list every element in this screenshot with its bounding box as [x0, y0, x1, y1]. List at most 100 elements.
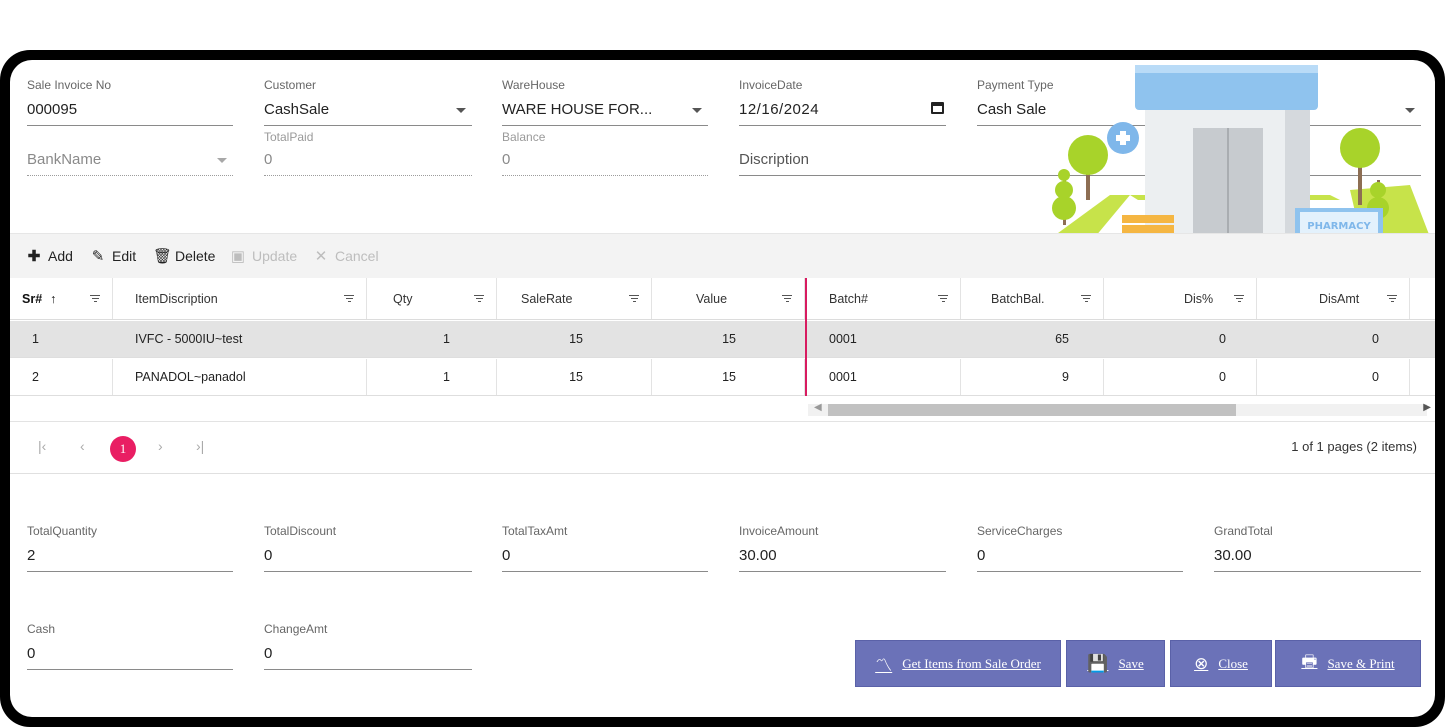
edit-button[interactable]: ✎ Edit: [90, 247, 136, 265]
cell-dis-percent: 0: [1104, 321, 1257, 357]
prev-page-icon[interactable]: ‹: [80, 438, 85, 454]
column-header-disamt[interactable]: DisAmt: [1257, 278, 1410, 319]
scroll-left-arrow-icon[interactable]: ◀: [814, 402, 822, 413]
total-paid-field: TotalPaid 0: [264, 130, 472, 176]
change-amt-field[interactable]: ChangeAmt 0: [264, 622, 472, 670]
warehouse-label: WareHouse: [502, 78, 565, 92]
column-header-item[interactable]: ItemDiscription: [113, 278, 367, 319]
close-button[interactable]: ⊗ Close: [1170, 640, 1272, 687]
first-page-icon[interactable]: |‹: [38, 438, 46, 454]
horizontal-scrollbar[interactable]: ◀ ▶: [10, 396, 1435, 422]
close-circle-icon: ⊗: [1194, 653, 1209, 674]
total-tax-amt-field[interactable]: TotalTaxAmt 0: [502, 524, 708, 572]
cell-disamt: 0: [1257, 321, 1410, 357]
column-header-dis-percent[interactable]: Dis%: [1104, 278, 1257, 319]
customer-select[interactable]: Customer CashSale: [264, 78, 472, 126]
total-quantity-field[interactable]: TotalQuantity 2: [27, 524, 233, 572]
scrollbar-thumb[interactable]: [828, 404, 1236, 416]
close-icon: ✕: [314, 248, 328, 265]
chevron-down-icon: [692, 108, 702, 113]
warehouse-value: WARE HOUSE FOR...: [502, 101, 653, 118]
cell-dis-percent: 0: [1104, 359, 1257, 395]
edit-label: Edit: [112, 248, 137, 264]
table-row[interactable]: 2 PANADOL~panadol 1 15 15 0001 9 0 0: [10, 359, 1435, 396]
cancel-button[interactable]: ✕ Cancel: [313, 247, 379, 265]
total-quantity-label: TotalQuantity: [27, 524, 98, 538]
get-items-from-sale-order-button[interactable]: 〽 Get Items from Sale Order: [855, 640, 1061, 687]
invoice-no-value: 000095: [27, 101, 78, 118]
bank-name-select[interactable]: BankName: [27, 144, 233, 176]
service-charges-label: ServiceCharges: [977, 524, 1063, 538]
save-button[interactable]: 💾 Save: [1066, 640, 1165, 687]
filter-icon[interactable]: [1081, 295, 1091, 304]
save-label: Save: [1118, 655, 1144, 671]
cell-salerate: 15: [497, 321, 652, 357]
invoice-date-field[interactable]: InvoiceDate 12/16/2024: [739, 78, 946, 126]
last-page-icon[interactable]: ›|: [196, 438, 204, 454]
plus-icon: ✚: [27, 248, 41, 265]
update-button[interactable]: ▣ Update: [230, 247, 297, 265]
total-discount-label: TotalDiscount: [264, 524, 337, 538]
cell-sr: 1: [10, 321, 113, 357]
save-print-label: Save & Print: [1327, 655, 1395, 671]
grand-total-value: 30.00: [1214, 547, 1252, 564]
change-amt-label: ChangeAmt: [264, 622, 328, 636]
cash-value: 0: [27, 645, 36, 662]
calendar-icon[interactable]: [931, 102, 944, 114]
cell-item: PANADOL~panadol: [113, 359, 367, 395]
filter-icon[interactable]: [938, 295, 948, 304]
cell-value: 15: [652, 359, 805, 395]
cell-qty: 1: [367, 321, 497, 357]
delete-button[interactable]: 🗑 Delete: [153, 247, 215, 265]
cell-batch: 0001: [807, 321, 961, 357]
cash-field[interactable]: Cash 0: [27, 622, 233, 670]
grand-total-field[interactable]: GrandTotal 30.00: [1214, 524, 1421, 572]
balance-label: Balance: [502, 130, 546, 144]
printer-icon: 🖶: [1301, 652, 1318, 672]
cash-label: Cash: [27, 622, 56, 636]
add-button[interactable]: ✚ Add: [26, 247, 73, 265]
frozen-column-divider: [805, 278, 807, 397]
filter-icon[interactable]: [474, 295, 484, 304]
pharmacy-sign-text: PHARMACY: [1307, 221, 1371, 232]
invoice-date-label: InvoiceDate: [739, 78, 803, 92]
filter-icon[interactable]: [344, 295, 354, 304]
invoice-amount-value: 30.00: [739, 547, 777, 564]
save-and-print-button[interactable]: 🖶 Save & Print: [1275, 640, 1421, 687]
filter-icon[interactable]: [90, 295, 100, 304]
cancel-label: Cancel: [335, 248, 379, 264]
filter-icon[interactable]: [782, 295, 792, 304]
invoice-no-field[interactable]: Sale Invoice No 000095: [27, 78, 233, 126]
update-label: Update: [252, 248, 298, 264]
column-header-sr[interactable]: Sr# ↑: [10, 278, 113, 319]
pencil-icon: ✎: [91, 248, 105, 265]
service-charges-field[interactable]: ServiceCharges 0: [977, 524, 1183, 572]
column-header-value[interactable]: Value: [652, 278, 805, 319]
column-header-batchbal[interactable]: BatchBal.: [961, 278, 1104, 319]
column-header-batch[interactable]: Batch#: [807, 278, 961, 319]
customer-value: CashSale: [264, 101, 330, 118]
filter-icon[interactable]: [1234, 295, 1244, 304]
warehouse-select[interactable]: WareHouse WARE HOUSE FOR...: [502, 78, 708, 126]
scroll-right-arrow-icon[interactable]: ▶: [1423, 402, 1431, 413]
next-page-icon[interactable]: ›: [158, 438, 163, 454]
close-label: Close: [1218, 655, 1248, 671]
total-tax-amt-value: 0: [502, 547, 511, 564]
column-header-salerate[interactable]: SaleRate: [497, 278, 652, 319]
total-quantity-value: 2: [27, 547, 36, 564]
page-number-button[interactable]: 1: [110, 436, 136, 462]
total-discount-field[interactable]: TotalDiscount 0: [264, 524, 472, 572]
delete-label: Delete: [175, 248, 216, 264]
balance-value: 0: [502, 151, 511, 168]
invoice-amount-label: InvoiceAmount: [739, 524, 819, 538]
filter-icon[interactable]: [629, 295, 639, 304]
filter-icon[interactable]: [1387, 295, 1397, 304]
cell-qty: 1: [367, 359, 497, 395]
grid-pager: |‹ ‹ 1 › ›| 1 of 1 pages (2 items): [10, 422, 1435, 474]
invoice-amount-field[interactable]: InvoiceAmount 30.00: [739, 524, 946, 572]
total-paid-value: 0: [264, 151, 273, 168]
table-row[interactable]: 1 IVFC - 5000IU~test 1 15 15 0001 65 0 0: [10, 321, 1435, 358]
column-header-qty[interactable]: Qty: [367, 278, 497, 319]
bank-name-placeholder: BankName: [27, 151, 102, 168]
trash-icon: 🗑: [153, 248, 173, 265]
